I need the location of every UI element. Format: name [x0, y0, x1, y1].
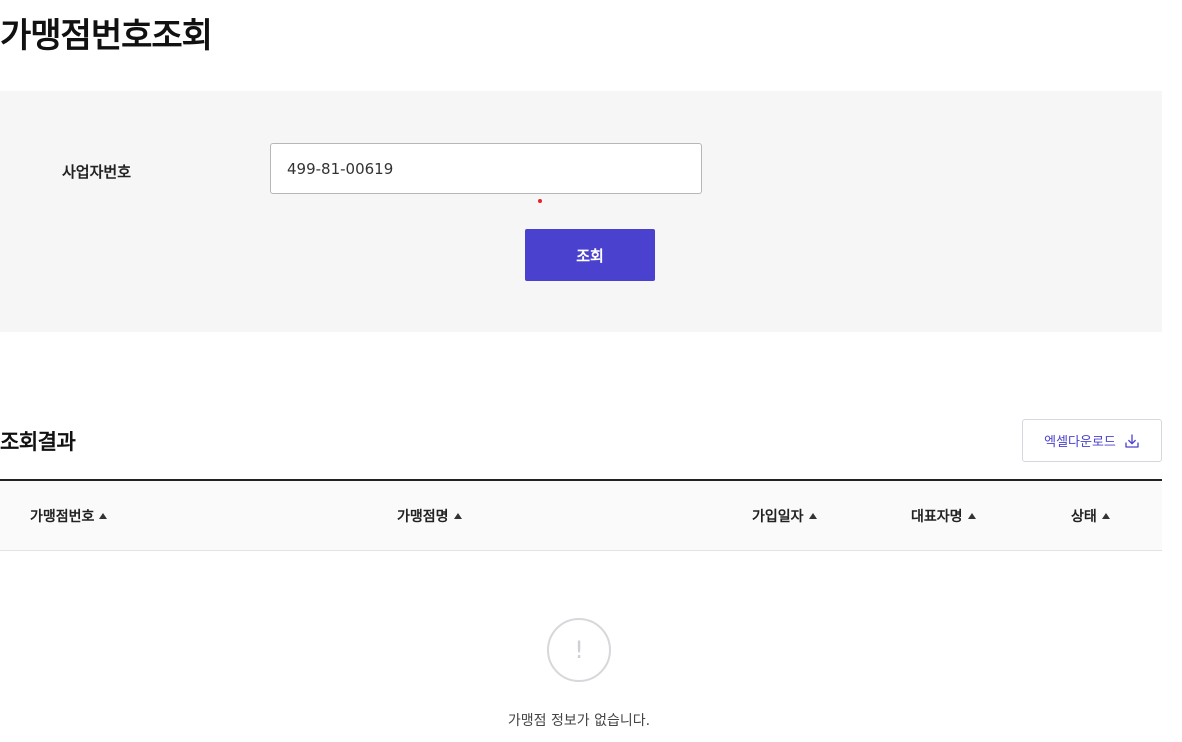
column-label: 대표자명	[911, 509, 963, 525]
download-icon	[1125, 433, 1139, 448]
column-label: 가맹점명	[397, 509, 449, 525]
page-title: 가맹점번호조회	[0, 16, 213, 56]
search-panel	[0, 91, 1162, 332]
column-header-merchant-number[interactable]: 가맹점번호	[30, 481, 108, 551]
page: 가맹점번호조회 사업자번호 조회 조회결과 엑셀다운로드 가맹점번호 가맹점명 …	[0, 0, 1182, 742]
sort-up-icon	[99, 513, 108, 519]
empty-state-message: 가맹점 정보가 없습니다.	[507, 713, 651, 729]
column-label: 가입일자	[752, 509, 804, 525]
sort-up-icon	[808, 513, 817, 519]
column-header-status[interactable]: 상태	[1071, 481, 1110, 551]
business-number-input[interactable]	[270, 143, 702, 194]
column-header-representative-name[interactable]: 대표자명	[911, 481, 976, 551]
sort-up-icon	[1101, 513, 1110, 519]
sort-up-icon	[453, 513, 462, 519]
red-dot-marker	[538, 199, 542, 203]
table-header: 가맹점번호 가맹점명 가입일자 대표자명 상태	[0, 481, 1162, 551]
excel-download-button[interactable]: 엑셀다운로드	[1022, 419, 1162, 462]
column-label: 상태	[1071, 509, 1097, 525]
column-label: 가맹점번호	[30, 509, 95, 525]
column-header-join-date[interactable]: 가입일자	[752, 481, 817, 551]
exclamation-circle-icon: !	[547, 618, 611, 682]
excel-download-label: 엑셀다운로드	[1044, 435, 1116, 450]
search-button[interactable]: 조회	[525, 229, 655, 281]
results-title: 조회결과	[0, 430, 76, 454]
column-header-merchant-name[interactable]: 가맹점명	[397, 481, 462, 551]
exclamation-glyph: !	[574, 636, 584, 664]
business-number-label: 사업자번호	[62, 163, 132, 181]
sort-up-icon	[967, 513, 976, 519]
